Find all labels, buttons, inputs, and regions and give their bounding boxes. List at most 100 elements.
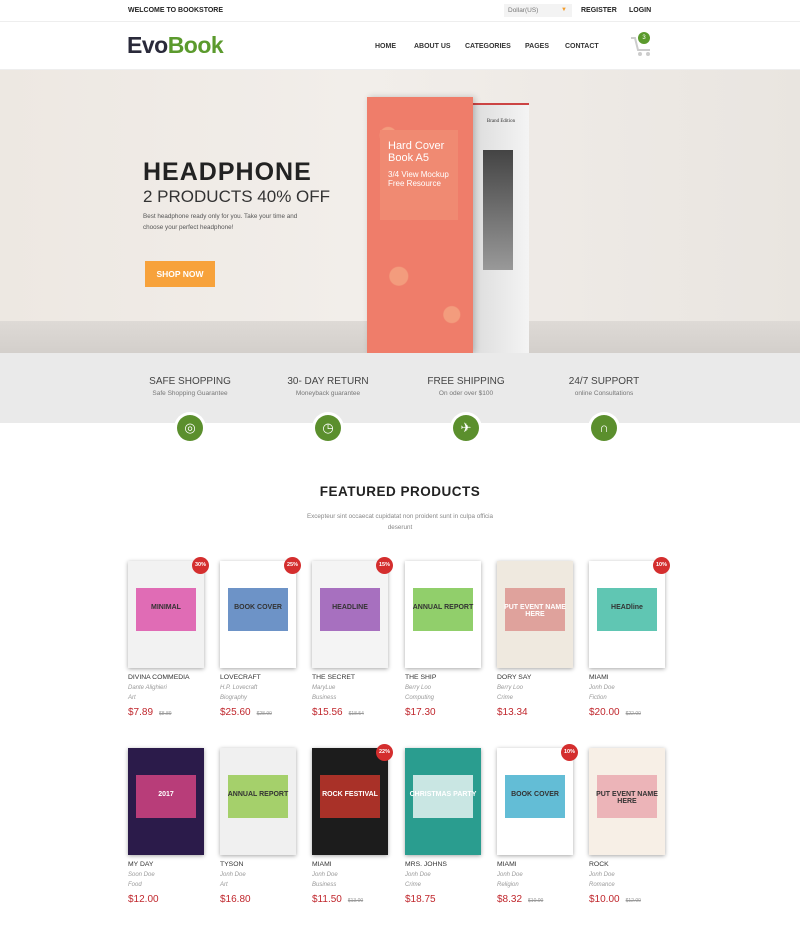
product-card[interactable]: ANNUAL REPORT TYSON Jonh Doe Art $16.80 [220, 748, 300, 905]
product-card[interactable]: PUT EVENT NAME HERE ROCK Jonh Doe Romanc… [589, 748, 669, 905]
feature-title: 24/7 SUPPORT [568, 376, 640, 387]
product-price: $11.50 $13.00 [312, 894, 392, 905]
register-link[interactable]: REGISTER [581, 7, 617, 14]
logo-part-2: Book [167, 32, 224, 58]
product-title[interactable]: MIAMI [497, 861, 577, 868]
old-price: $22.00 [625, 711, 641, 717]
book-cover-image[interactable]: PUT EVENT NAME HERE [589, 748, 665, 855]
current-price: $20.00 [589, 707, 620, 718]
nav-contact[interactable]: CONTACT [565, 43, 599, 50]
logo[interactable]: EvoBook [127, 32, 224, 59]
product-author: Jonh Doe [405, 872, 431, 878]
product-title[interactable]: THE SHIP [405, 674, 485, 681]
product-author: Berry Loo [497, 685, 524, 691]
book-cover-image[interactable]: BOOK COVER [497, 748, 573, 855]
book-cover-image[interactable]: ANNUAL REPORT [220, 748, 296, 855]
product-author: Jonh Doe [497, 872, 523, 878]
book-cover-image[interactable]: MINIMAL [128, 561, 204, 668]
feature-item: FREE SHIPPING On oder over $100 [391, 376, 541, 397]
product-category: Crime [497, 695, 513, 701]
cover-text: HEADLINE [332, 603, 368, 611]
discount-badge: 10% [561, 744, 578, 761]
product-card[interactable]: HEADLINE 15% THE SECRET MaryLue Business… [312, 557, 393, 718]
feature-title: SAFE SHOPPING [149, 376, 231, 387]
product-title[interactable]: MY DAY [128, 861, 208, 868]
current-price: $11.50 [312, 894, 342, 905]
cart-button[interactable]: 3 [630, 32, 654, 58]
discount-badge: 30% [192, 557, 209, 574]
product-title[interactable]: DORY SAY [497, 674, 577, 681]
book-cover-image[interactable]: PUT EVENT NAME HERE [497, 561, 573, 668]
discount-badge: 10% [653, 557, 670, 574]
product-author: H.P. Lovecraft [220, 685, 258, 691]
product-title[interactable]: LOVECRAFT [220, 674, 300, 681]
product-title[interactable]: THE SECRET [312, 674, 392, 681]
book-cover-image[interactable]: HEADLINE [312, 561, 388, 668]
book-cover-sub: 3/4 View Mockup Free Resource [388, 170, 449, 188]
product-price: $16.80 [220, 894, 300, 905]
hero-subtitle: 2 PRODUCTS 40% OFF [143, 187, 331, 206]
current-price: $8.32 [497, 894, 523, 905]
product-category: Food [128, 882, 142, 888]
product-price: $25.60 $28.99 [220, 707, 300, 718]
product-author: Jonh Doe [312, 872, 338, 878]
product-price: $8.32 $10.00 [497, 894, 577, 905]
shop-now-button[interactable]: SHOP NOW [145, 261, 215, 287]
welcome-text: WELCOME TO BOOKSTORE [128, 7, 224, 14]
product-author: Soon Doe [128, 872, 155, 878]
cover-text: 2017 [158, 790, 174, 798]
product-title[interactable]: MIAMI [312, 861, 392, 868]
feature-subtitle: Safe Shopping Guarantee [152, 390, 228, 397]
currency-value: Dollar(US) [508, 7, 539, 14]
book-cover-image[interactable]: CHRISTMAS PARTY [405, 748, 481, 855]
old-price: $8.89 [159, 711, 172, 717]
product-author: Berry Loo [405, 685, 432, 691]
book-pages-text: Brand Edition [486, 119, 516, 124]
product-category: Romance [589, 882, 615, 888]
featured-subtitle: Excepteur sint occaecat cupidatat non pr… [306, 513, 494, 531]
product-card[interactable]: CHRISTMAS PARTY MRS. JOHNS Jonh Doe Crim… [405, 748, 485, 905]
product-card[interactable]: 2017 MY DAY Soon Doe Food $12.00 [128, 748, 208, 905]
discount-badge: 15% [376, 557, 393, 574]
product-title[interactable]: TYSON [220, 861, 300, 868]
current-price: $15.56 [312, 707, 343, 718]
product-category: Art [220, 882, 228, 888]
product-card[interactable]: PUT EVENT NAME HERE DORY SAY Berry Loo C… [497, 561, 577, 718]
feature-item: SAFE SHOPPING Safe Shopping Guarantee [115, 376, 265, 397]
product-card[interactable]: HEADline 10% MIAMI Jonh Doe Fiction $20.… [589, 557, 670, 718]
cart-count-badge: 3 [638, 32, 650, 44]
feature-item: 30- DAY RETURN Moneyback guarantee [253, 376, 403, 397]
product-title[interactable]: MRS. JOHNS [405, 861, 485, 868]
product-title[interactable]: DIVINA COMMEDIA [128, 674, 208, 681]
book-cover-image[interactable]: ROCK FESTIVAL [312, 748, 388, 855]
login-link[interactable]: LOGIN [629, 7, 651, 14]
product-title[interactable]: MIAMI [589, 674, 669, 681]
product-card[interactable]: BOOK COVER 10% MIAMI Jonh Doe Religion $… [497, 744, 578, 905]
nav-pages[interactable]: PAGES [525, 43, 549, 50]
book-cover-image[interactable]: 2017 [128, 748, 204, 855]
product-card[interactable]: ANNUAL REPORT THE SHIP Berry Loo Computi… [405, 561, 485, 718]
nav-home[interactable]: HOME [375, 43, 396, 50]
product-card[interactable]: ROCK FESTIVAL 22% MIAMI Jonh Doe Busines… [312, 744, 393, 905]
featured-title: FEATURED PRODUCTS [319, 484, 481, 499]
book-cover-image[interactable]: HEADline [589, 561, 665, 668]
book-mockup-image: Hard Cover Book A5 3/4 View Mockup Free R… [367, 97, 473, 353]
product-card[interactable]: BOOK COVER 25% LOVECRAFT H.P. Lovecraft … [220, 557, 301, 718]
header: EvoBook HOME ABOUT US CATEGORIES PAGES C… [0, 22, 800, 70]
cover-text: BOOK COVER [234, 603, 282, 611]
nav-categories[interactable]: CATEGORIES [465, 43, 511, 50]
cover-text: MINIMAL [151, 603, 181, 611]
book-cover-image[interactable]: BOOK COVER [220, 561, 296, 668]
old-price: $13.00 [347, 898, 364, 904]
product-card[interactable]: MINIMAL 30% DIVINA COMMEDIA Dante Alighi… [128, 557, 209, 718]
product-title[interactable]: ROCK [589, 861, 669, 868]
nav-about-us[interactable]: ABOUT US [414, 43, 451, 50]
cover-text: ANNUAL REPORT [227, 790, 289, 798]
top-bar: WELCOME TO BOOKSTORE Dollar(US) ▼ REGISTE… [0, 0, 800, 22]
feature-subtitle: Moneyback guarantee [295, 390, 361, 397]
product-price: $13.34 [497, 707, 577, 718]
book-cover-image[interactable]: ANNUAL REPORT [405, 561, 481, 668]
currency-select[interactable]: Dollar(US) ▼ [504, 4, 572, 17]
hero-banner: HEADPHONE 2 PRODUCTS 40% OFF Best headph… [0, 70, 800, 353]
product-category: Art [128, 695, 136, 701]
